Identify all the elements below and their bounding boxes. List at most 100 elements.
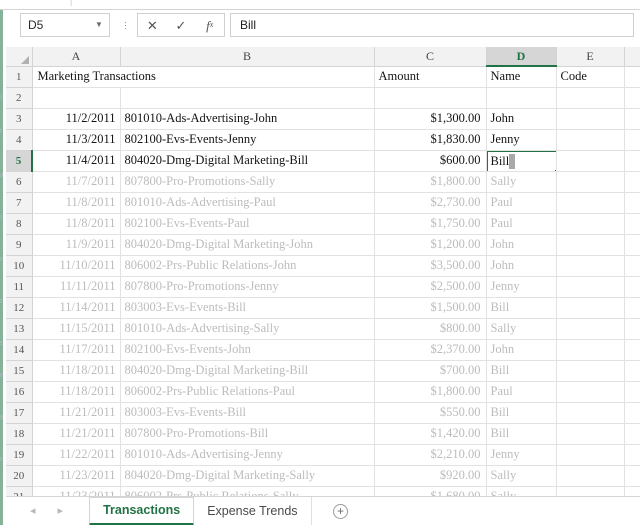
cell-B20[interactable]: 804020-Dmg-Digital Marketing-Sally	[120, 465, 374, 486]
row-header-14[interactable]: 14	[6, 339, 32, 360]
cell-E11[interactable]	[556, 276, 624, 297]
cell-D4[interactable]: Jenny	[486, 129, 556, 150]
cell-A12[interactable]: 11/14/2011	[32, 297, 120, 318]
cell-F5[interactable]	[624, 150, 640, 171]
cell-A6[interactable]: 11/7/2011	[32, 171, 120, 192]
cell-A18[interactable]: 11/21/2011	[32, 423, 120, 444]
cell-D12[interactable]: Bill	[486, 297, 556, 318]
cell-E2[interactable]	[556, 87, 624, 108]
sheet-tab-transactions[interactable]: Transactions	[89, 497, 194, 525]
row-header-16[interactable]: 16	[6, 381, 32, 402]
cell-F19[interactable]	[624, 444, 640, 465]
cell-F18[interactable]	[624, 423, 640, 444]
cell-B12[interactable]: 803003-Evs-Events-Bill	[120, 297, 374, 318]
row-header-19[interactable]: 19	[6, 444, 32, 465]
cell-A5[interactable]: 11/4/2011	[32, 150, 120, 171]
cell-C4[interactable]: $1,830.00	[374, 129, 486, 150]
cell-B3[interactable]: 801010-Ads-Advertising-John	[120, 108, 374, 129]
sheet-tab-expense-trends[interactable]: Expense Trends	[194, 497, 311, 525]
cell-F11[interactable]	[624, 276, 640, 297]
cell-E4[interactable]	[556, 129, 624, 150]
cell-E3[interactable]	[556, 108, 624, 129]
cell-A11[interactable]: 11/11/2011	[32, 276, 120, 297]
cell-C2[interactable]	[374, 87, 486, 108]
cell-F20[interactable]	[624, 465, 640, 486]
cell-D18[interactable]: Bill	[486, 423, 556, 444]
cell-E9[interactable]	[556, 234, 624, 255]
cell-D3[interactable]: John	[486, 108, 556, 129]
cell-B16[interactable]: 806002-Prs-Public Relations-Paul	[120, 381, 374, 402]
cell-E8[interactable]	[556, 213, 624, 234]
add-sheet-button[interactable]: +	[328, 497, 354, 525]
cell-C14[interactable]: $2,370.00	[374, 339, 486, 360]
row-header-4[interactable]: 4	[6, 129, 32, 150]
cell-C16[interactable]: $1,800.00	[374, 381, 486, 402]
cell-A14[interactable]: 11/17/2011	[32, 339, 120, 360]
cell-D10[interactable]: John	[486, 255, 556, 276]
cell-D5[interactable]: Bill	[486, 150, 556, 171]
row-header-13[interactable]: 13	[6, 318, 32, 339]
cell-B2[interactable]	[120, 87, 374, 108]
formula-input[interactable]: Bill	[230, 13, 634, 37]
cell-A7[interactable]: 11/8/2011	[32, 192, 120, 213]
cell-F2[interactable]	[624, 87, 640, 108]
select-all-corner[interactable]	[6, 47, 32, 66]
cell-E12[interactable]	[556, 297, 624, 318]
cell-D1[interactable]: Name	[486, 66, 556, 87]
cell-B6[interactable]: 807800-Pro-Promotions-Sally	[120, 171, 374, 192]
cell-E13[interactable]	[556, 318, 624, 339]
cell-F12[interactable]	[624, 297, 640, 318]
cell-C19[interactable]: $2,210.00	[374, 444, 486, 465]
cell-D8[interactable]: Paul	[486, 213, 556, 234]
cell-E21[interactable]	[556, 486, 624, 496]
cell-B13[interactable]: 801010-Ads-Advertising-Sally	[120, 318, 374, 339]
cell-B17[interactable]: 803003-Evs-Events-Bill	[120, 402, 374, 423]
row-header-1[interactable]: 1	[6, 66, 32, 87]
cell-A15[interactable]: 11/18/2011	[32, 360, 120, 381]
row-header-12[interactable]: 12	[6, 297, 32, 318]
cancel-icon[interactable]: ✕	[138, 14, 167, 36]
cell-E10[interactable]	[556, 255, 624, 276]
cell-D21[interactable]: Sally	[486, 486, 556, 496]
cell-A17[interactable]: 11/21/2011	[32, 402, 120, 423]
cell-A20[interactable]: 11/23/2011	[32, 465, 120, 486]
cell-D15[interactable]: Bill	[486, 360, 556, 381]
cell-C10[interactable]: $3,500.00	[374, 255, 486, 276]
row-header-10[interactable]: 10	[6, 255, 32, 276]
cell-F16[interactable]	[624, 381, 640, 402]
cell-E19[interactable]	[556, 444, 624, 465]
cell-D11[interactable]: Jenny	[486, 276, 556, 297]
cell-E1[interactable]: Code	[556, 66, 624, 87]
cell-C9[interactable]: $1,200.00	[374, 234, 486, 255]
cell-A8[interactable]: 11/8/2011	[32, 213, 120, 234]
prev-sheet-icon[interactable]: ◂	[30, 506, 36, 517]
cell-B18[interactable]: 807800-Pro-Promotions-Bill	[120, 423, 374, 444]
cell-B11[interactable]: 807800-Pro-Promotions-Jenny	[120, 276, 374, 297]
cell-A13[interactable]: 11/15/2011	[32, 318, 120, 339]
cell-E14[interactable]	[556, 339, 624, 360]
cell-C18[interactable]: $1,420.00	[374, 423, 486, 444]
cell-D17[interactable]: Bill	[486, 402, 556, 423]
cell-F8[interactable]	[624, 213, 640, 234]
cell-C12[interactable]: $1,500.00	[374, 297, 486, 318]
cell-F6[interactable]	[624, 171, 640, 192]
next-sheet-icon[interactable]: ▸	[58, 506, 64, 517]
cell-A9[interactable]: 11/9/2011	[32, 234, 120, 255]
cell-F13[interactable]	[624, 318, 640, 339]
cell-B8[interactable]: 802100-Evs-Events-Paul	[120, 213, 374, 234]
cell-C5[interactable]: $600.00	[374, 150, 486, 171]
cell-C17[interactable]: $550.00	[374, 402, 486, 423]
row-header-3[interactable]: 3	[6, 108, 32, 129]
row-header-15[interactable]: 15	[6, 360, 32, 381]
cell-C3[interactable]: $1,300.00	[374, 108, 486, 129]
cell-A10[interactable]: 11/10/2011	[32, 255, 120, 276]
row-header-11[interactable]: 11	[6, 276, 32, 297]
cell-B9[interactable]: 804020-Dmg-Digital Marketing-John	[120, 234, 374, 255]
cell-E18[interactable]	[556, 423, 624, 444]
cell-C1[interactable]: Amount	[374, 66, 486, 87]
cell-B19[interactable]: 801010-Ads-Advertising-Jenny	[120, 444, 374, 465]
cell-B4[interactable]: 802100-Evs-Events-Jenny	[120, 129, 374, 150]
cell-F7[interactable]	[624, 192, 640, 213]
cell-C11[interactable]: $2,500.00	[374, 276, 486, 297]
cell-B15[interactable]: 804020-Dmg-Digital Marketing-Bill	[120, 360, 374, 381]
